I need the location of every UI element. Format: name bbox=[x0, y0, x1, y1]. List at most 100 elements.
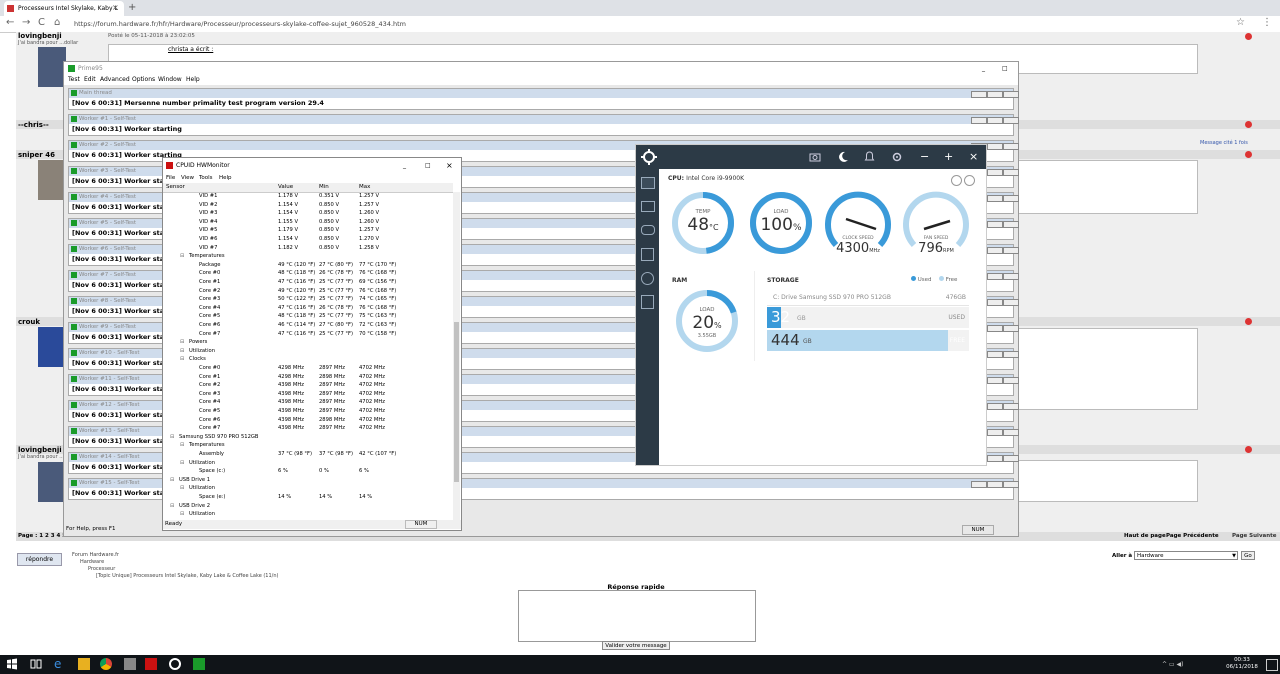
expand-toggle-icon[interactable]: ⊟ bbox=[170, 476, 174, 485]
sensor-row[interactable]: Core #4 47 °C (116 °F) 26 °C (78 °F) 76 °C … bbox=[163, 304, 453, 313]
menu-file[interactable]: File bbox=[166, 173, 175, 183]
forward-button[interactable]: → bbox=[22, 17, 30, 28]
window-restore-button[interactable] bbox=[987, 429, 1003, 436]
moon-icon[interactable] bbox=[838, 151, 849, 162]
sensor-row[interactable]: Core #1 47 °C (116 °F) 25 °C (77 °F) 69 °C … bbox=[163, 278, 453, 287]
expand-toggle-icon[interactable]: ⊟ bbox=[180, 355, 184, 364]
reply-button[interactable]: répondre bbox=[17, 553, 62, 566]
sensor-group-row[interactable]: ⊟ Utilization bbox=[163, 459, 453, 468]
window-close-button[interactable] bbox=[1003, 195, 1019, 202]
sensor-row[interactable]: Core #0 48 °C (118 °F) 26 °C (78 °F) 76 °C … bbox=[163, 269, 453, 278]
sensor-group-row[interactable]: ⊟ Utilization bbox=[163, 510, 453, 519]
sensor-row[interactable]: VID #6 1.154 V 0.850 V 1.270 V bbox=[163, 235, 453, 244]
forum-username[interactable]: lovingbenji bbox=[18, 32, 62, 40]
sensor-row[interactable]: Core #3 50 °C (122 °F) 25 °C (77 °F) 74 °C … bbox=[163, 295, 453, 304]
tray-icons[interactable]: ^ ▭ ◀) bbox=[1162, 661, 1183, 668]
window-close-button[interactable] bbox=[1003, 429, 1019, 436]
window-close-button[interactable] bbox=[1003, 351, 1019, 358]
quick-reply-textarea[interactable] bbox=[518, 590, 756, 642]
info-icon[interactable] bbox=[951, 175, 962, 186]
expand-toggle-icon[interactable]: ⊟ bbox=[180, 441, 184, 450]
quote-icon[interactable] bbox=[1245, 121, 1252, 128]
window-minimize-button[interactable] bbox=[971, 91, 987, 98]
go-button[interactable]: Go bbox=[1241, 551, 1255, 560]
window-restore-button[interactable] bbox=[987, 299, 1003, 306]
task-view-icon[interactable] bbox=[30, 658, 42, 670]
sensor-row[interactable]: Space (c:) 6 % 0 % 6 % bbox=[163, 467, 453, 476]
sensor-group-row[interactable]: ⊟ Temperatures bbox=[163, 252, 453, 261]
main-thread-window[interactable]: Main thread [Nov 6 00:31] Mersenne numbe… bbox=[68, 88, 1019, 110]
maximize-button[interactable]: + bbox=[944, 150, 953, 163]
window-restore-button[interactable] bbox=[987, 221, 1003, 228]
sensor-row[interactable]: Core #3 4398 MHz 2897 MHz 4702 MHz bbox=[163, 390, 453, 399]
menu-window[interactable]: Window bbox=[158, 75, 182, 85]
sensor-group-row[interactable]: ⊟ USB Drive 1 bbox=[163, 476, 453, 485]
home-button[interactable]: ⌂ bbox=[54, 17, 60, 28]
expand-toggle-icon[interactable]: ⊟ bbox=[170, 433, 174, 442]
window-restore-button[interactable] bbox=[987, 481, 1003, 488]
menu-tools[interactable]: Tools bbox=[199, 173, 213, 183]
sensor-row[interactable]: VID #4 1.155 V 0.850 V 1.260 V bbox=[163, 218, 453, 227]
cam-taskbar-icon[interactable] bbox=[169, 658, 181, 670]
sensor-row[interactable]: Core #2 4398 MHz 2897 MHz 4702 MHz bbox=[163, 381, 453, 390]
column-header-sensor[interactable]: Sensor bbox=[166, 183, 185, 192]
url-input[interactable]: https://forum.hardware.fr/hfr/Hardware/P… bbox=[74, 18, 1234, 30]
scrollbar[interactable] bbox=[453, 192, 460, 520]
window-restore-button[interactable] bbox=[987, 351, 1003, 358]
browser-menu-icon[interactable]: ⋮ bbox=[1262, 17, 1272, 28]
drive-row[interactable]: C: Drive Samsung SSD 970 PRO 512GB 476GB bbox=[767, 291, 969, 306]
sensor-group-row[interactable]: ⊟ Temperatures bbox=[163, 441, 453, 450]
column-header-max[interactable]: Max bbox=[359, 183, 370, 192]
sensor-row[interactable]: Core #1 4298 MHz 2898 MHz 4702 MHz bbox=[163, 373, 453, 382]
sensor-group-row[interactable]: ⊟ Samsung SSD 970 PRO 512GB bbox=[163, 433, 453, 442]
column-header-min[interactable]: Min bbox=[319, 183, 329, 192]
new-tab-button[interactable]: + bbox=[128, 2, 136, 13]
edge-icon[interactable]: e bbox=[54, 658, 66, 670]
bookmark-star-icon[interactable]: ☆ bbox=[1236, 17, 1245, 28]
reload-button[interactable]: C bbox=[38, 17, 45, 28]
menu-help[interactable]: Help bbox=[219, 173, 232, 183]
tab-close-icon[interactable]: × bbox=[112, 3, 119, 12]
window-close-button[interactable] bbox=[1003, 117, 1019, 124]
breadcrumb-item[interactable]: [Topic Unique] Processeurs Intel Skylake… bbox=[72, 573, 278, 580]
gamepad-icon[interactable] bbox=[641, 225, 655, 235]
sensor-group-row[interactable]: ⊟ Powers bbox=[163, 338, 453, 347]
quote-icon[interactable] bbox=[1245, 33, 1252, 40]
worker-window[interactable]: Worker #1 - Self-Test [Nov 6 00:31] Worke… bbox=[68, 114, 1019, 136]
window-close-button[interactable] bbox=[1003, 455, 1019, 462]
window-restore-button[interactable] bbox=[987, 169, 1003, 176]
window-restore-button[interactable] bbox=[987, 403, 1003, 410]
window-close-button[interactable] bbox=[1003, 247, 1019, 254]
minimize-button[interactable]: − bbox=[920, 150, 929, 163]
forum-username[interactable]: lovingbenji bbox=[18, 446, 62, 454]
scrollbar-thumb[interactable] bbox=[454, 322, 459, 482]
menu-options[interactable]: Options bbox=[132, 75, 155, 85]
sensor-row[interactable]: Assembly 37 °C (98 °F) 37 °C (98 °F) 42 °C … bbox=[163, 450, 453, 459]
window-restore-button[interactable] bbox=[987, 325, 1003, 332]
sensor-row[interactable]: Space (e:) 14 % 14 % 14 % bbox=[163, 493, 453, 502]
lighting-icon[interactable] bbox=[641, 272, 654, 285]
back-button[interactable]: ← bbox=[6, 17, 14, 28]
submit-button[interactable]: Valider votre message bbox=[602, 641, 670, 650]
device-icon[interactable] bbox=[641, 248, 654, 261]
window-minimize-button[interactable] bbox=[971, 481, 987, 488]
minimize-button[interactable]: _ bbox=[403, 158, 406, 173]
expand-icon[interactable] bbox=[964, 175, 975, 186]
menu-help[interactable]: Help bbox=[186, 75, 200, 85]
window-restore-button[interactable] bbox=[987, 91, 1003, 98]
breadcrumb-item[interactable]: Forum Hardware.fr bbox=[72, 552, 278, 559]
sensor-row[interactable]: Core #5 4398 MHz 2897 MHz 4702 MHz bbox=[163, 407, 453, 416]
close-button[interactable]: × bbox=[969, 150, 978, 163]
window-restore-button[interactable] bbox=[987, 247, 1003, 254]
window-close-button[interactable] bbox=[1003, 325, 1019, 332]
maximize-button[interactable]: □ bbox=[1002, 62, 1008, 75]
window-restore-button[interactable] bbox=[987, 195, 1003, 202]
report-icon[interactable] bbox=[641, 295, 654, 309]
forum-username[interactable]: --chris-- bbox=[18, 121, 49, 129]
sensor-row[interactable]: VID #7 1.182 V 0.850 V 1.258 V bbox=[163, 244, 453, 253]
window-close-button[interactable] bbox=[1003, 481, 1019, 488]
expand-toggle-icon[interactable]: ⊟ bbox=[180, 338, 184, 347]
message-cite-link[interactable]: Message cité 1 fois bbox=[1200, 140, 1248, 146]
sensor-row[interactable]: VID #3 1.154 V 0.850 V 1.260 V bbox=[163, 209, 453, 218]
goto-select[interactable]: Hardware ▼ bbox=[1134, 551, 1238, 560]
